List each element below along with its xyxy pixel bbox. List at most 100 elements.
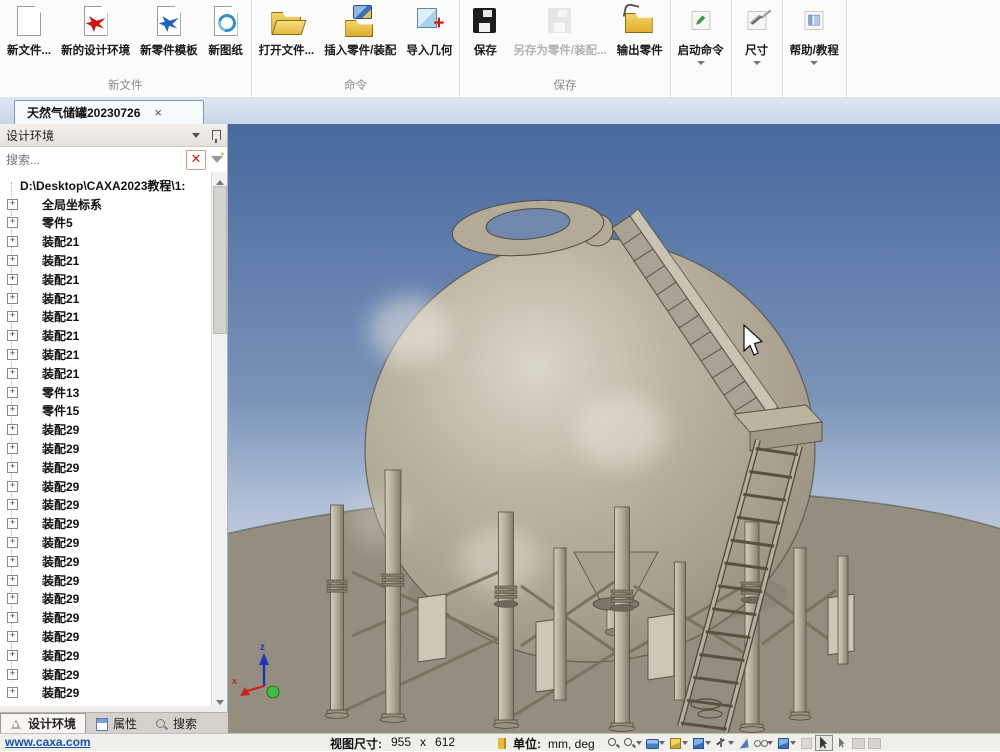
sidebar-tab[interactable]: 属性: [86, 714, 146, 733]
caxa-website-link[interactable]: www.caxa.com: [5, 735, 91, 749]
expander-icon[interactable]: [7, 650, 18, 661]
expander-icon[interactable]: [7, 199, 18, 210]
tree-item-icon: [22, 404, 38, 418]
status-tool-icon[interactable]: [622, 737, 643, 749]
status-tool-icon[interactable]: [815, 735, 833, 751]
status-tool-icon[interactable]: [737, 737, 751, 749]
toolbar-button[interactable]: 新图纸: [203, 2, 249, 60]
expander-icon[interactable]: [7, 556, 18, 567]
status-tool-icon[interactable]: [668, 737, 689, 749]
status-tool-icon[interactable]: [851, 737, 865, 749]
expander-icon[interactable]: [7, 349, 18, 360]
tree-item[interactable]: 装配21: [0, 232, 205, 251]
tree-item[interactable]: 装配29: [0, 477, 205, 496]
tree-item[interactable]: 零件15: [0, 402, 205, 421]
tree-item[interactable]: 装配29: [0, 646, 205, 665]
tree-item[interactable]: 全局坐标系: [0, 195, 205, 214]
status-tool-icon[interactable]: [776, 737, 797, 749]
scroll-up-icon[interactable]: [212, 172, 227, 186]
expander-icon[interactable]: [7, 593, 18, 604]
tree-item[interactable]: 装配21: [0, 251, 205, 270]
expander-icon[interactable]: [7, 669, 18, 680]
tree-item[interactable]: 装配29: [0, 608, 205, 627]
document-tab[interactable]: 天然气储罐20230726 ×: [14, 100, 204, 124]
tree-item[interactable]: 装配29: [0, 684, 205, 703]
tab-close-icon[interactable]: ×: [154, 105, 162, 120]
toolbar-button[interactable]: 导入几何: [401, 2, 457, 60]
tree-item[interactable]: 装配21: [0, 364, 205, 383]
expander-icon[interactable]: [7, 293, 18, 304]
filter-icon[interactable]: [209, 152, 225, 168]
scroll-down-icon[interactable]: [212, 692, 227, 706]
toolbar-button[interactable]: 打开文件...: [254, 2, 320, 60]
toolbar-button[interactable]: 另存为零件/装配...: [508, 2, 611, 60]
tree-item[interactable]: 装配29: [0, 458, 205, 477]
expander-icon[interactable]: [7, 274, 18, 285]
tree-vertical-scrollbar[interactable]: [211, 172, 227, 706]
expander-icon[interactable]: [7, 443, 18, 454]
tree-item-icon: [22, 686, 38, 700]
status-tool-icon[interactable]: [645, 737, 666, 749]
expander-icon[interactable]: [7, 387, 18, 398]
toolbar-button[interactable]: 保存: [462, 2, 508, 60]
tree-item[interactable]: 装配29: [0, 496, 205, 515]
status-tool-icon[interactable]: [867, 737, 881, 749]
expander-icon[interactable]: [7, 518, 18, 529]
toolbar-button[interactable]: 尺寸: [734, 2, 780, 67]
toolbar-button[interactable]: 新的设计环境: [56, 2, 135, 60]
scrollbar-thumb[interactable]: [213, 186, 227, 334]
expander-icon[interactable]: [7, 687, 18, 698]
tree-item[interactable]: 装配21: [0, 345, 205, 364]
expander-icon[interactable]: [7, 537, 18, 548]
expander-icon[interactable]: [7, 575, 18, 586]
expander-icon[interactable]: [7, 236, 18, 247]
search-input[interactable]: [2, 153, 186, 167]
expander-icon[interactable]: [7, 631, 18, 642]
expander-icon[interactable]: [7, 330, 18, 341]
expander-icon[interactable]: [7, 255, 18, 266]
tree-item[interactable]: 装配29: [0, 590, 205, 609]
search-clear-button[interactable]: ✕: [186, 150, 206, 170]
toolbar-button[interactable]: 新文件...: [2, 2, 56, 60]
tree-item[interactable]: 装配29: [0, 533, 205, 552]
tree-item[interactable]: 装配21: [0, 270, 205, 289]
tree-item[interactable]: 零件5: [0, 214, 205, 233]
expander-icon[interactable]: [7, 462, 18, 473]
sidebar-tab[interactable]: 搜索: [146, 714, 206, 733]
expander-icon[interactable]: [7, 405, 18, 416]
toolbar-button[interactable]: 输出零件: [612, 2, 668, 60]
toolbar-button[interactable]: 插入零件/装配: [319, 2, 401, 60]
tree-item[interactable]: 装配29: [0, 571, 205, 590]
sidebar-tab[interactable]: 设计环境: [0, 713, 86, 733]
tree-item[interactable]: 装配21: [0, 326, 205, 345]
3d-viewport[interactable]: z x: [228, 124, 1000, 733]
tree-item[interactable]: 装配21: [0, 289, 205, 308]
tree-item[interactable]: 零件13: [0, 383, 205, 402]
expander-icon[interactable]: [7, 481, 18, 492]
status-tool-icon[interactable]: [753, 737, 774, 749]
status-tool-icon[interactable]: [714, 737, 735, 749]
panel-pin-icon[interactable]: [212, 130, 221, 140]
toolbar-button[interactable]: 启动命令: [673, 2, 729, 67]
expander-icon[interactable]: [7, 217, 18, 228]
expander-icon[interactable]: [7, 311, 18, 322]
status-tool-icon[interactable]: [799, 737, 813, 749]
toolbar-button[interactable]: 新零件模板: [135, 2, 203, 60]
tree-item[interactable]: 装配29: [0, 439, 205, 458]
tree-item[interactable]: 装配29: [0, 665, 205, 684]
status-tool-icon[interactable]: [606, 737, 620, 749]
tree-item[interactable]: 装配29: [0, 552, 205, 571]
tree-item[interactable]: 装配29: [0, 514, 205, 533]
expander-icon[interactable]: [7, 612, 18, 623]
tree-item[interactable]: 装配29: [0, 420, 205, 439]
panel-dropdown-icon[interactable]: [192, 133, 200, 138]
expander-icon[interactable]: [7, 499, 18, 510]
toolbar-button[interactable]: 帮助/教程: [785, 2, 844, 67]
tree-item[interactable]: 装配21: [0, 308, 205, 327]
expander-icon[interactable]: [7, 368, 18, 379]
status-tool-icon[interactable]: [835, 737, 849, 749]
tree-item[interactable]: 装配29: [0, 627, 205, 646]
status-tool-icon[interactable]: [691, 737, 712, 749]
tree-item[interactable]: D:\Desktop\CAXA2023教程\1:: [0, 176, 205, 195]
expander-icon[interactable]: [7, 424, 18, 435]
